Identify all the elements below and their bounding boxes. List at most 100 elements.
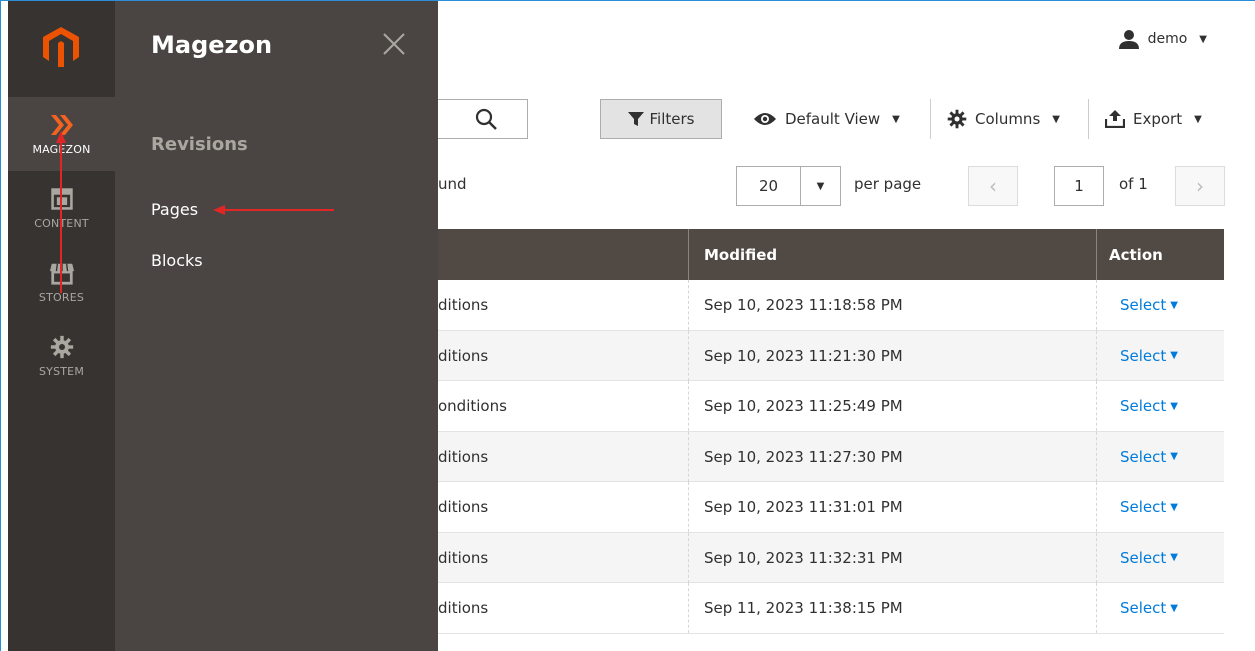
cell-separator (1096, 532, 1097, 583)
cell-title: ditions (438, 599, 489, 617)
table-row: onditions Sep 10, 2023 11:25:49 PM Select ▼ (438, 381, 1224, 432)
cell-separator (1096, 431, 1097, 482)
table-row: ditions Sep 10, 2023 11:27:30 PM Select ▼ (438, 431, 1224, 482)
nav-item-stores[interactable]: STORES (8, 245, 115, 319)
cell-separator (1096, 330, 1097, 381)
content-icon (50, 188, 73, 210)
nav-item-label: STORES (38, 291, 85, 304)
chevron-down-icon: ▼ (1170, 350, 1178, 361)
stores-icon (49, 263, 74, 285)
column-header-action: Action (1109, 245, 1163, 264)
per-page-label: per page (854, 175, 922, 193)
cell-separator (688, 431, 689, 482)
eye-icon (754, 113, 776, 125)
gear-icon (50, 335, 73, 359)
chevron-down-icon: ▼ (1170, 299, 1178, 311)
chevron-down-icon: ▼ (1052, 113, 1060, 125)
nav-item-label: CONTENT (34, 217, 89, 230)
columns-label: Columns (975, 110, 1041, 128)
cell-title: ditions (438, 548, 489, 567)
cell-title: ditions (438, 346, 489, 365)
per-page-value: 20 (737, 167, 801, 205)
cell-title: onditions (438, 397, 507, 415)
grid-header-row: Modified Action (438, 229, 1224, 280)
select-label: Select (1120, 296, 1167, 314)
submenu-section-revisions: Revisions (151, 134, 248, 155)
search-icon[interactable] (474, 107, 498, 131)
table-row: ditions Sep 10, 2023 11:18:58 PM Select ▼ (438, 280, 1224, 331)
cell-separator (1096, 280, 1097, 330)
select-label: Select (1120, 498, 1167, 516)
per-page-select[interactable]: 20 ▼ (736, 166, 841, 206)
previous-page-button[interactable]: ‹ (968, 166, 1018, 206)
columns-dropdown[interactable]: Columns ▼ (947, 99, 1060, 139)
header-separator (688, 229, 689, 280)
nav-item-content[interactable]: CONTENT (8, 171, 115, 245)
toolbar-divider (930, 99, 931, 139)
submenu-title: Magezon (151, 31, 273, 59)
select-action-link[interactable]: Select ▼ (1120, 432, 1178, 482)
select-action-link[interactable]: Select ▼ (1120, 280, 1178, 330)
cell-separator (688, 532, 689, 583)
select-action-link[interactable]: Select ▼ (1120, 482, 1178, 532)
grid-body: ditions Sep 10, 2023 11:18:58 PM Select ▼ di… (438, 280, 1224, 634)
table-row: ditions Sep 11, 2023 11:38:15 PM Select ▼ (438, 583, 1224, 634)
toolbar-divider (1088, 99, 1089, 139)
nav-item-label: SYSTEM (38, 365, 85, 378)
chevron-down-icon: ▼ (1170, 501, 1178, 513)
select-action-link[interactable]: Select ▼ (1120, 533, 1178, 583)
magento-logo-icon[interactable] (43, 27, 79, 67)
select-action-link[interactable]: Select ▼ (1120, 381, 1178, 431)
export-icon (1105, 110, 1125, 128)
cell-modified: Sep 10, 2023 11:18:58 PM (704, 296, 903, 314)
table-row: ditions Sep 10, 2023 11:31:01 PM Select ▼ (438, 482, 1224, 533)
default-view-label: Default View (785, 110, 881, 128)
cell-title: ditions (438, 296, 489, 314)
select-action-link[interactable]: Select ▼ (1120, 583, 1178, 633)
cell-separator (688, 381, 689, 431)
cell-modified: Sep 10, 2023 11:21:30 PM (704, 346, 903, 365)
nav-item-system[interactable]: SYSTEM (8, 319, 115, 393)
cell-separator (1096, 583, 1097, 633)
cell-title: ditions (438, 447, 489, 466)
select-label: Select (1120, 599, 1167, 617)
default-view-dropdown[interactable]: Default View ▼ (753, 99, 900, 139)
select-label: Select (1120, 397, 1167, 415)
cell-separator (688, 583, 689, 633)
cell-separator (1096, 381, 1097, 431)
close-icon[interactable] (381, 31, 407, 57)
cell-modified: Sep 11, 2023 11:38:15 PM (704, 599, 903, 617)
page-count-text: of 1 (1119, 175, 1148, 193)
select-label: Select (1120, 447, 1167, 466)
header-separator (1096, 229, 1097, 280)
magezon-submenu: Magezon Revisions Pages Blocks (115, 1, 438, 651)
next-page-button[interactable]: › (1175, 166, 1225, 206)
filters-button[interactable]: Filters (600, 99, 722, 139)
cell-modified: Sep 10, 2023 11:27:30 PM (704, 447, 903, 466)
gear-icon (947, 109, 967, 129)
page-number-input[interactable]: 1 (1054, 166, 1104, 206)
user-menu[interactable]: demo ▼ (1118, 29, 1207, 49)
nav-item-magezon[interactable]: MAGEZON (8, 97, 115, 171)
export-dropdown[interactable]: Export ▼ (1105, 99, 1202, 139)
filter-icon (627, 112, 644, 126)
submenu-link-pages[interactable]: Pages (151, 200, 198, 219)
select-action-link[interactable]: Select ▼ (1120, 331, 1178, 381)
cell-modified: Sep 10, 2023 11:32:31 PM (704, 548, 903, 567)
cell-title: ditions (438, 498, 489, 516)
chevron-left-icon: ‹ (989, 174, 997, 198)
table-row: ditions Sep 10, 2023 11:21:30 PM Select ▼ (438, 330, 1224, 381)
chevron-down-icon: ▼ (1170, 451, 1178, 462)
export-label: Export (1133, 110, 1183, 128)
filters-label: Filters (649, 110, 695, 128)
chevron-down-icon: ▼ (1170, 400, 1178, 412)
cell-separator (1096, 482, 1097, 532)
chevron-down-icon: ▼ (892, 113, 900, 125)
chevron-down-icon: ▼ (1170, 552, 1178, 563)
cell-separator (688, 330, 689, 381)
records-found-text: und (438, 175, 467, 193)
submenu-link-blocks[interactable]: Blocks (151, 251, 203, 270)
column-header-modified[interactable]: Modified (704, 229, 777, 280)
chevron-down-icon[interactable]: ▼ (801, 167, 840, 205)
cell-modified: Sep 10, 2023 11:31:01 PM (704, 498, 903, 516)
